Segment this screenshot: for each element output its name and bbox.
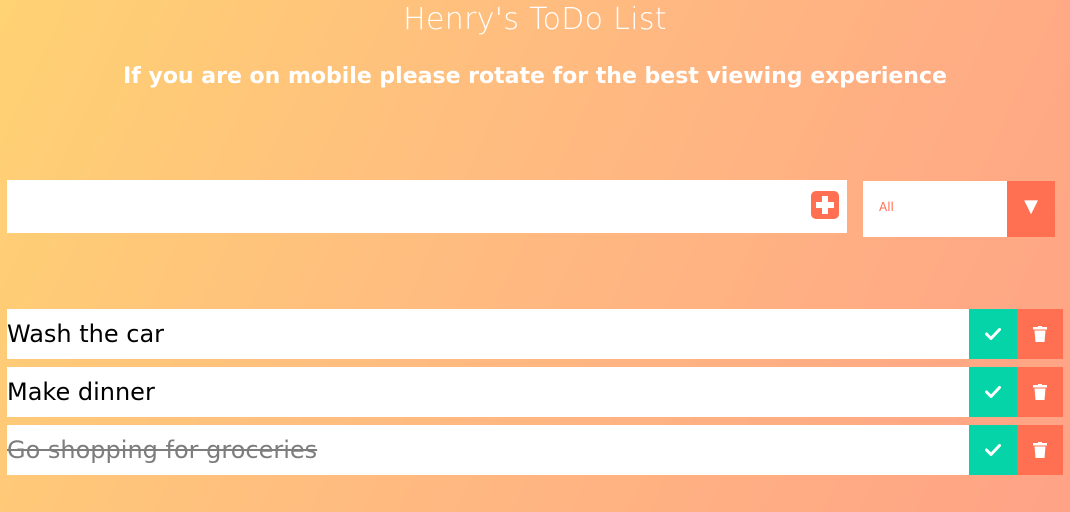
complete-button[interactable]: [969, 367, 1017, 417]
complete-button[interactable]: [969, 425, 1017, 475]
trash-icon: [1033, 326, 1047, 342]
trash-icon: [1033, 384, 1047, 400]
todo-item: Wash the car: [7, 309, 1063, 359]
todo-list: Wash the car Make dinner Go shopping for…: [7, 309, 1063, 483]
todo-text: Wash the car: [7, 320, 165, 348]
trash-icon: [1033, 442, 1047, 458]
todo-input-container: [7, 180, 847, 233]
check-icon: [985, 386, 1001, 398]
page-title: Henry's ToDo List: [403, 2, 667, 37]
todo-item-completed: Go shopping for groceries: [7, 425, 1063, 475]
check-icon: [985, 328, 1001, 340]
filter-selected-value: All: [879, 200, 894, 214]
add-todo-button[interactable]: [811, 191, 839, 219]
check-icon: [985, 444, 1001, 456]
filter-select[interactable]: All ▼: [863, 181, 1055, 237]
delete-button[interactable]: [1017, 367, 1063, 417]
todo-text: Go shopping for groceries: [7, 436, 318, 464]
todo-input[interactable]: [7, 180, 797, 233]
filter-dropdown-button[interactable]: ▼: [1007, 181, 1055, 237]
page-subtitle: If you are on mobile please rotate for t…: [123, 64, 947, 89]
complete-button[interactable]: [969, 309, 1017, 359]
todo-text: Make dinner: [7, 378, 155, 406]
todo-item: Make dinner: [7, 367, 1063, 417]
delete-button[interactable]: [1017, 309, 1063, 359]
delete-button[interactable]: [1017, 425, 1063, 475]
triangle-down-icon: ▼: [1024, 196, 1038, 217]
